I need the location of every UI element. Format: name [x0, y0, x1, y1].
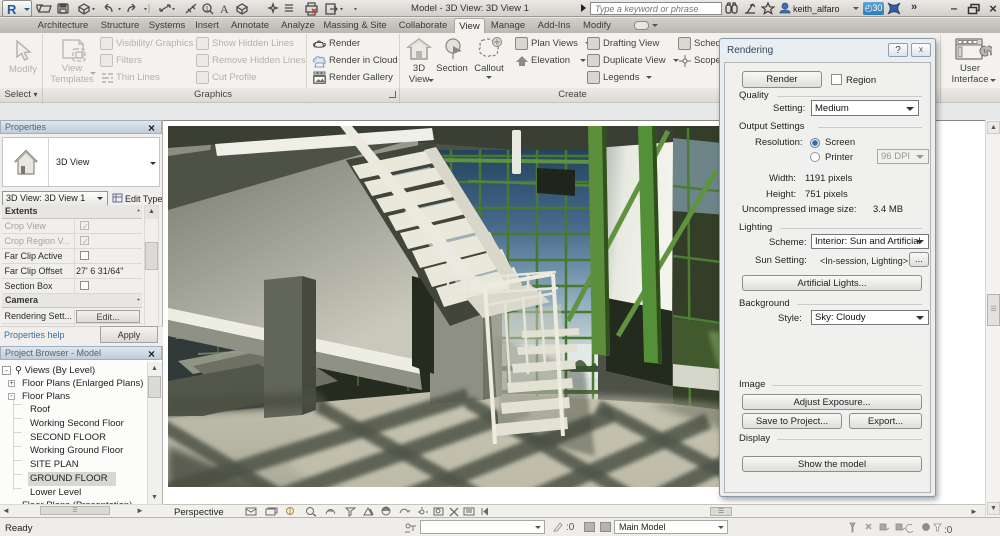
svg-text:1: 1 — [205, 6, 209, 13]
svg-text:A: A — [220, 2, 229, 16]
